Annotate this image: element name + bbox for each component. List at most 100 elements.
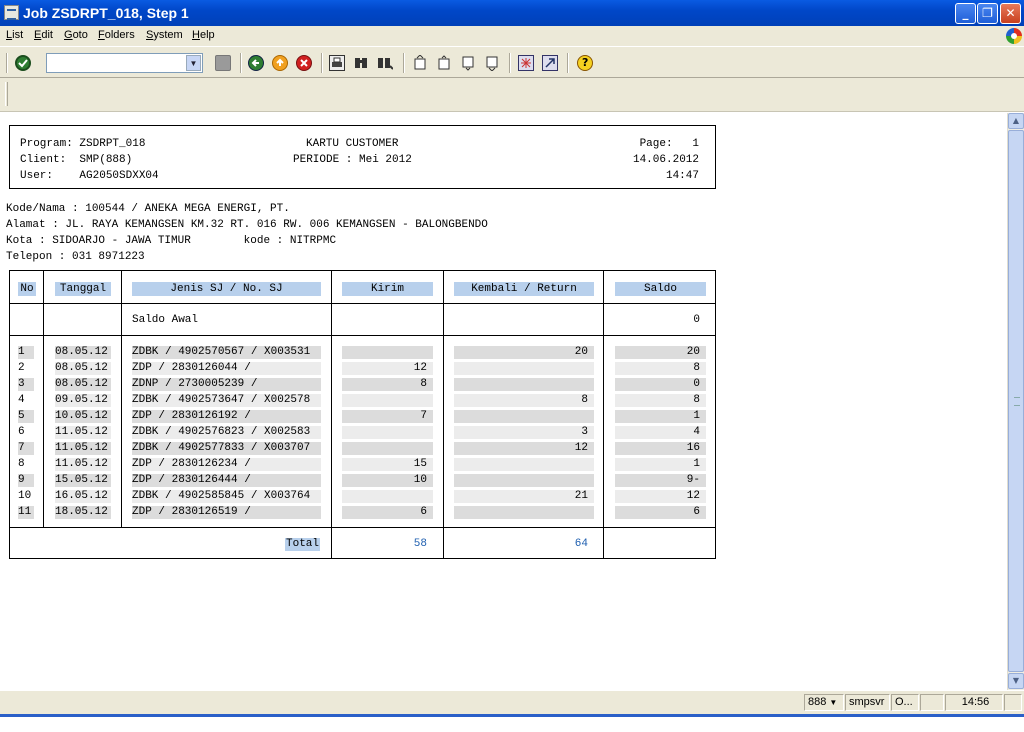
menu-goto[interactable]: Goto: [64, 29, 88, 41]
status-client[interactable]: 888 ▼: [804, 694, 844, 711]
cell-kirim[interactable]: [342, 394, 433, 407]
cell-no[interactable]: 3: [18, 378, 34, 391]
window-icon[interactable]: [4, 5, 19, 20]
cell-kirim[interactable]: [342, 442, 433, 455]
cell-kembali[interactable]: 3: [454, 426, 594, 439]
cell-jenis[interactable]: ZDP / 2830126444 /: [132, 474, 321, 487]
cell-kirim[interactable]: 6: [342, 506, 433, 519]
cell-no[interactable]: 7: [18, 442, 34, 455]
cell-no[interactable]: 6: [18, 426, 34, 439]
cell-tanggal[interactable]: 16.05.12: [55, 490, 111, 503]
cell-kirim[interactable]: 15: [342, 458, 433, 471]
close-button[interactable]: ✕: [1000, 3, 1021, 24]
cell-saldo[interactable]: 4: [615, 426, 706, 439]
cell-saldo[interactable]: 12: [615, 490, 706, 503]
scrollbar-thumb[interactable]: [1008, 130, 1024, 672]
chevron-down-icon[interactable]: ▼: [829, 698, 837, 707]
cell-no[interactable]: 1: [18, 346, 34, 359]
cell-no[interactable]: 10: [18, 490, 34, 503]
find-icon[interactable]: [353, 55, 369, 71]
menu-help[interactable]: Help: [192, 29, 215, 41]
cell-kembali[interactable]: [454, 410, 594, 423]
last-page-icon[interactable]: [484, 55, 500, 72]
cell-kembali[interactable]: [454, 362, 594, 375]
cell-kirim[interactable]: 8: [342, 378, 433, 391]
cell-kirim[interactable]: [342, 490, 433, 503]
cell-no[interactable]: 4: [18, 394, 34, 407]
cell-kembali[interactable]: 12: [454, 442, 594, 455]
vertical-scrollbar[interactable]: ▲ ▼: [1007, 113, 1024, 690]
generate-shortcut-icon[interactable]: [542, 55, 558, 71]
chevron-down-icon[interactable]: ▼: [186, 55, 201, 71]
scroll-up-icon[interactable]: ▲: [1008, 113, 1024, 129]
cell-jenis[interactable]: ZDBK / 4902576823 / X002583: [132, 426, 321, 439]
minimize-button[interactable]: _: [955, 3, 976, 24]
cell-saldo[interactable]: 1: [615, 410, 706, 423]
cell-jenis[interactable]: ZDBK / 4902585845 / X003764: [132, 490, 321, 503]
print-icon[interactable]: [329, 55, 345, 71]
cell-saldo[interactable]: 9-: [615, 474, 706, 487]
cell-kembali[interactable]: 8: [454, 394, 594, 407]
menu-system[interactable]: System: [146, 29, 183, 41]
find-next-icon[interactable]: [377, 55, 394, 71]
cell-kirim[interactable]: 7: [342, 410, 433, 423]
cell-kirim[interactable]: 10: [342, 474, 433, 487]
cell-no[interactable]: 5: [18, 410, 34, 423]
cell-kirim[interactable]: [342, 426, 433, 439]
help-icon[interactable]: ?: [577, 55, 593, 71]
cell-tanggal[interactable]: 08.05.12: [55, 362, 111, 375]
col-header-jenis[interactable]: Jenis SJ / No. SJ: [132, 282, 321, 296]
next-page-icon[interactable]: [460, 55, 476, 71]
cell-kembali[interactable]: [454, 458, 594, 471]
col-header-no[interactable]: No: [18, 282, 36, 296]
cell-tanggal[interactable]: 10.05.12: [55, 410, 111, 423]
cell-jenis[interactable]: ZDBK / 4902577833 / X003707: [132, 442, 321, 455]
cell-saldo[interactable]: 8: [615, 362, 706, 375]
cell-kembali[interactable]: [454, 474, 594, 487]
cell-jenis[interactable]: ZDP / 2830126192 /: [132, 410, 321, 423]
cell-saldo[interactable]: 1: [615, 458, 706, 471]
cancel-icon[interactable]: [296, 55, 312, 71]
cell-kembali[interactable]: 21: [454, 490, 594, 503]
menu-edit[interactable]: Edit: [34, 29, 53, 41]
cell-tanggal[interactable]: 08.05.12: [55, 346, 111, 359]
cell-tanggal[interactable]: 11.05.12: [55, 458, 111, 471]
cell-tanggal[interactable]: 15.05.12: [55, 474, 111, 487]
enter-check-icon[interactable]: [15, 55, 31, 71]
cell-tanggal[interactable]: 08.05.12: [55, 378, 111, 391]
cell-kembali[interactable]: [454, 378, 594, 391]
total-label[interactable]: Total: [285, 538, 321, 551]
cell-kembali[interactable]: 20: [454, 346, 594, 359]
col-header-kembali[interactable]: Kembali / Return: [454, 282, 594, 296]
cell-kembali[interactable]: [454, 506, 594, 519]
col-header-saldo[interactable]: Saldo: [615, 282, 706, 296]
maximize-button[interactable]: ❐: [977, 3, 998, 24]
cell-tanggal[interactable]: 18.05.12: [55, 506, 111, 519]
cell-no[interactable]: 2: [18, 362, 34, 375]
command-field[interactable]: ▼: [46, 53, 203, 73]
cell-kirim[interactable]: 12: [342, 362, 433, 375]
cell-jenis[interactable]: ZDP / 2830126519 /: [132, 506, 321, 519]
menu-list[interactable]: List: [6, 29, 23, 41]
save-icon[interactable]: [215, 55, 231, 71]
cell-saldo[interactable]: 20: [615, 346, 706, 359]
cell-saldo[interactable]: 8: [615, 394, 706, 407]
cell-tanggal[interactable]: 11.05.12: [55, 426, 111, 439]
cell-jenis[interactable]: ZDP / 2830126044 /: [132, 362, 321, 375]
cell-jenis[interactable]: ZDBK / 4902570567 / X003531: [132, 346, 321, 359]
first-page-icon[interactable]: [412, 54, 428, 71]
scroll-down-icon[interactable]: ▼: [1008, 673, 1024, 689]
cell-jenis[interactable]: ZDNP / 2730005239 /: [132, 378, 321, 391]
cell-tanggal[interactable]: 11.05.12: [55, 442, 111, 455]
previous-page-icon[interactable]: [436, 55, 452, 71]
exit-icon[interactable]: [272, 55, 288, 71]
col-header-tanggal[interactable]: Tanggal: [55, 282, 111, 296]
cell-jenis[interactable]: ZDBK / 4902573647 / X002578: [132, 394, 321, 407]
cell-no[interactable]: 11: [18, 506, 34, 519]
create-session-icon[interactable]: [518, 55, 534, 71]
cell-saldo[interactable]: 0: [615, 378, 706, 391]
back-icon[interactable]: [248, 55, 264, 71]
cell-saldo[interactable]: 16: [615, 442, 706, 455]
cell-tanggal[interactable]: 09.05.12: [55, 394, 111, 407]
cell-no[interactable]: 9: [18, 474, 34, 487]
